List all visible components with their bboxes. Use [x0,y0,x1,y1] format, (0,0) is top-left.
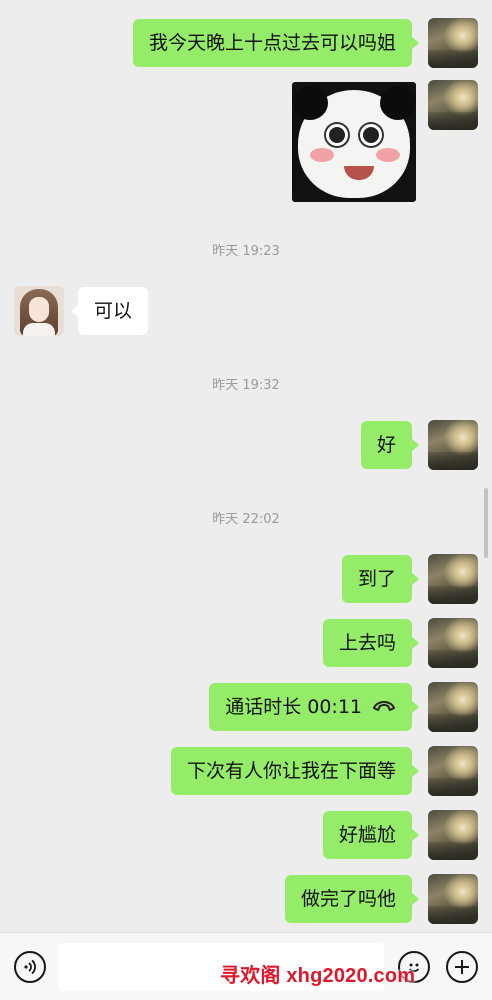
voice-icon[interactable] [14,951,46,983]
my-avatar[interactable] [428,682,478,732]
message-row: 可以 [0,286,492,336]
contact-avatar[interactable] [14,286,64,336]
timestamp: 昨天 19:32 [212,378,280,393]
timestamp: 昨天 22:02 [212,512,280,527]
message-row: 通话时长 00:11 [0,682,492,732]
avatar-face [29,297,49,322]
sticker-blush [310,148,334,162]
message-row: 我今天晚上十点过去可以吗姐 [0,18,492,68]
my-avatar[interactable] [428,874,478,924]
sticker-ear [292,86,328,120]
panda-face-sticker[interactable] [292,82,416,202]
my-avatar[interactable] [428,18,478,68]
sticker-blush [376,148,400,162]
sticker-mouth [344,166,374,180]
sticker-head [292,86,416,198]
input-bar: 寻欢阁 xhg2020.com [0,932,492,1000]
message-bubble[interactable]: 我今天晚上十点过去可以吗姐 [132,19,420,67]
watermark: 寻欢阁 xhg2020.com [220,965,416,987]
message-bubble[interactable]: 上去吗 [322,619,420,667]
my-avatar[interactable] [428,618,478,668]
avatar-shirt [23,323,55,336]
message-bubble[interactable]: 做完了吗他 [284,875,420,923]
my-avatar[interactable] [428,554,478,604]
message-bubble[interactable]: 到了 [341,555,420,603]
my-avatar[interactable] [428,80,478,130]
sticker-eye [326,124,348,146]
message-bubble[interactable]: 好 [360,421,420,469]
sticker-ear [380,86,416,120]
call-record-bubble[interactable]: 通话时长 00:11 [209,682,419,731]
timestamp: 昨天 19:23 [212,244,280,259]
my-avatar[interactable] [428,746,478,796]
message-row: 好尴尬 [0,810,492,860]
message-row: 做完了吗他 [0,874,492,924]
my-avatar[interactable] [428,420,478,470]
message-row: 好 [0,420,492,470]
phone-hangup-icon [372,682,396,730]
scrollbar[interactable] [484,488,488,558]
my-avatar[interactable] [428,810,478,860]
call-duration-text: 通话时长 00:11 [225,696,362,718]
sticker-eye [360,124,382,146]
message-bubble[interactable]: 下次有人你让我在下面等 [170,747,420,795]
message-row [0,80,492,204]
message-row: 上去吗 [0,618,492,668]
message-bubble[interactable]: 可以 [70,287,149,335]
plus-icon[interactable] [446,951,478,983]
message-row: 到了 [0,554,492,604]
chat-area[interactable]: 我今天晚上十点过去可以吗姐 昨天 19:23 可以 昨天 19:32 好 昨天 … [0,0,492,932]
message-row: 下次有人你让我在下面等 [0,746,492,796]
message-bubble[interactable]: 好尴尬 [322,811,420,859]
